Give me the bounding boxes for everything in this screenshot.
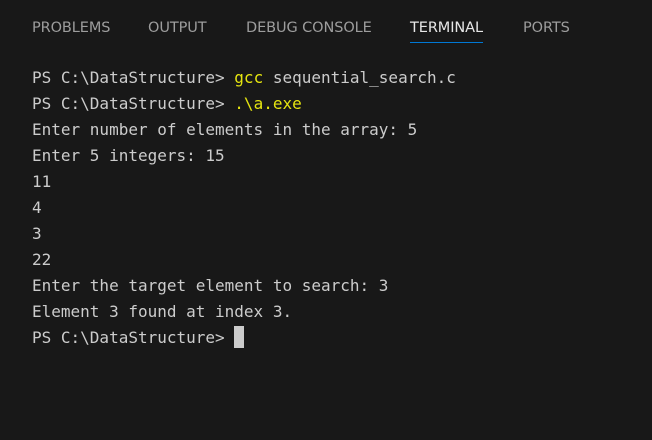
terminal-line: Element 3 found at index 3. — [32, 302, 293, 321]
tab-problems[interactable]: PROBLEMS — [32, 18, 110, 38]
tab-terminal-label: TERMINAL — [410, 20, 483, 36]
terminal-line: PS C:\DataStructure> gcc sequential_sear… — [32, 65, 644, 91]
panel-tab-bar: PROBLEMS OUTPUT DEBUG CONSOLE TERMINAL P… — [0, 0, 652, 56]
active-tab-indicator — [410, 42, 483, 43]
terminal-panel: PROBLEMS OUTPUT DEBUG CONSOLE TERMINAL P… — [0, 0, 652, 440]
tab-debug-console[interactable]: DEBUG CONSOLE — [246, 18, 372, 38]
terminal-input-line[interactable]: PS C:\DataStructure> — [32, 325, 644, 351]
prompt: PS C:\DataStructure> — [32, 94, 235, 113]
tab-output[interactable]: OUTPUT — [148, 18, 207, 38]
tab-terminal[interactable]: TERMINAL — [410, 18, 483, 43]
terminal-line: 22 — [32, 250, 52, 269]
command-name: gcc — [234, 68, 264, 87]
prompt: PS C:\DataStructure> — [32, 68, 235, 87]
command-args: sequential_search.c — [263, 68, 456, 87]
terminal-line: PS C:\DataStructure> .\a.exe — [32, 91, 644, 117]
terminal-line: Enter 5 integers: 15 — [32, 146, 225, 165]
tab-ports[interactable]: PORTS — [523, 18, 570, 38]
terminal-line: 3 — [32, 224, 42, 243]
command-name: .\a.exe — [234, 94, 302, 113]
terminal-line: 4 — [32, 198, 42, 217]
terminal-line: 11 — [32, 172, 52, 191]
terminal-output[interactable]: PS C:\DataStructure> gcc sequential_sear… — [32, 65, 644, 351]
text-cursor — [234, 326, 245, 348]
terminal-line: Enter number of elements in the array: 5 — [32, 120, 418, 139]
terminal-line: Enter the target element to search: 3 — [32, 276, 389, 295]
prompt: PS C:\DataStructure> — [32, 328, 235, 347]
